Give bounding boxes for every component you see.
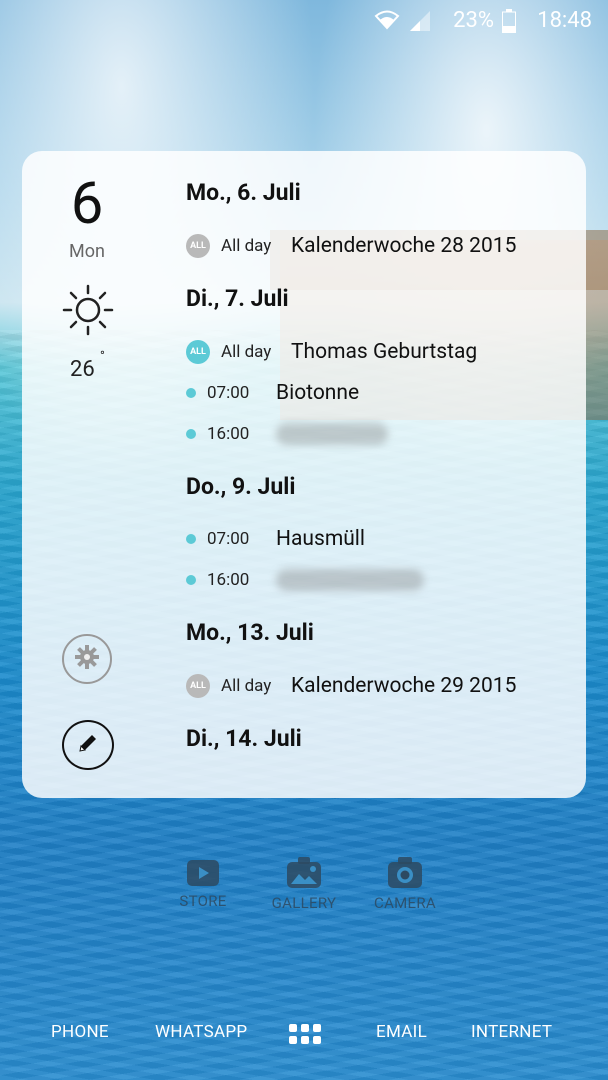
dock-email[interactable]: EMAIL: [376, 1022, 427, 1042]
event-row[interactable]: ALL All day Kalenderwoche 29 2015: [186, 671, 576, 701]
event-title: Kalenderwoche 29 2015: [291, 674, 517, 698]
camera-icon: [355, 856, 455, 890]
dock-whatsapp[interactable]: WHATSAPP: [155, 1022, 247, 1042]
all-day-label: All day: [221, 342, 272, 362]
play-store-icon: [153, 856, 253, 888]
all-day-label: All day: [221, 236, 272, 256]
all-day-label: All day: [221, 676, 272, 696]
status-bar: 23% 18:48: [0, 0, 608, 44]
all-day-badge: ALL: [186, 234, 210, 258]
day-heading[interactable]: Di., 7. Juli: [186, 285, 289, 312]
dock: PHONE WHATSAPP EMAIL INTERNET: [0, 1020, 608, 1050]
event-title: Biotonne: [276, 381, 360, 405]
battery-percent: 23%: [453, 8, 494, 33]
app-shortcuts: STORE GALLERY CAMERA: [0, 856, 608, 926]
all-day-badge: ALL: [186, 340, 210, 364]
event-dot: [186, 534, 196, 544]
event-title: Hausmüll: [276, 527, 366, 551]
event-time: 07:00: [207, 529, 250, 549]
event-dot: [186, 575, 196, 585]
event-time: 07:00: [207, 383, 250, 403]
event-row[interactable]: ALL All day Thomas Geburtstag: [186, 337, 576, 367]
event-dot: [186, 388, 196, 398]
event-list[interactable]: Mo., 6. Juli ALL All day Kalenderwoche 2…: [22, 151, 586, 798]
blurred-event-title: [276, 569, 424, 591]
app-camera[interactable]: CAMERA: [355, 856, 455, 912]
event-dot: [186, 429, 196, 439]
blurred-event-title: [276, 423, 388, 445]
app-gallery[interactable]: GALLERY: [254, 856, 354, 912]
event-time: 16:00: [207, 570, 250, 590]
event-title: Thomas Geburtstag: [291, 340, 478, 364]
day-heading[interactable]: Mo., 13. Juli: [186, 619, 314, 646]
app-store[interactable]: STORE: [153, 856, 253, 910]
wifi-icon: [374, 9, 400, 37]
clock: 18:48: [537, 8, 592, 33]
event-row[interactable]: 07:00 Biotonne: [186, 378, 576, 408]
signal-icon: [408, 10, 432, 38]
calendar-widget[interactable]: 6 Mon 26 ° Mo., 6. Juli ALL All day Kale…: [22, 151, 586, 798]
day-heading[interactable]: Di., 14. Juli: [186, 725, 302, 752]
gallery-icon: [254, 856, 354, 890]
dock-internet[interactable]: INTERNET: [471, 1022, 552, 1042]
apps-grid-icon[interactable]: [289, 1024, 321, 1051]
app-label: CAMERA: [374, 894, 436, 912]
event-row[interactable]: 16:00: [186, 565, 576, 595]
dock-phone[interactable]: PHONE: [51, 1022, 109, 1042]
event-row[interactable]: 07:00 Hausmüll: [186, 524, 576, 554]
event-row[interactable]: 16:00: [186, 419, 576, 449]
battery-icon: [502, 9, 516, 39]
app-label: GALLERY: [271, 894, 337, 912]
event-title: Kalenderwoche 28 2015: [291, 234, 517, 258]
event-row[interactable]: ALL All day Kalenderwoche 28 2015: [186, 231, 576, 261]
all-day-badge: ALL: [186, 674, 210, 698]
app-label: STORE: [179, 892, 227, 910]
event-time: 16:00: [207, 424, 250, 444]
day-heading[interactable]: Mo., 6. Juli: [186, 179, 301, 206]
day-heading[interactable]: Do., 9. Juli: [186, 473, 295, 500]
